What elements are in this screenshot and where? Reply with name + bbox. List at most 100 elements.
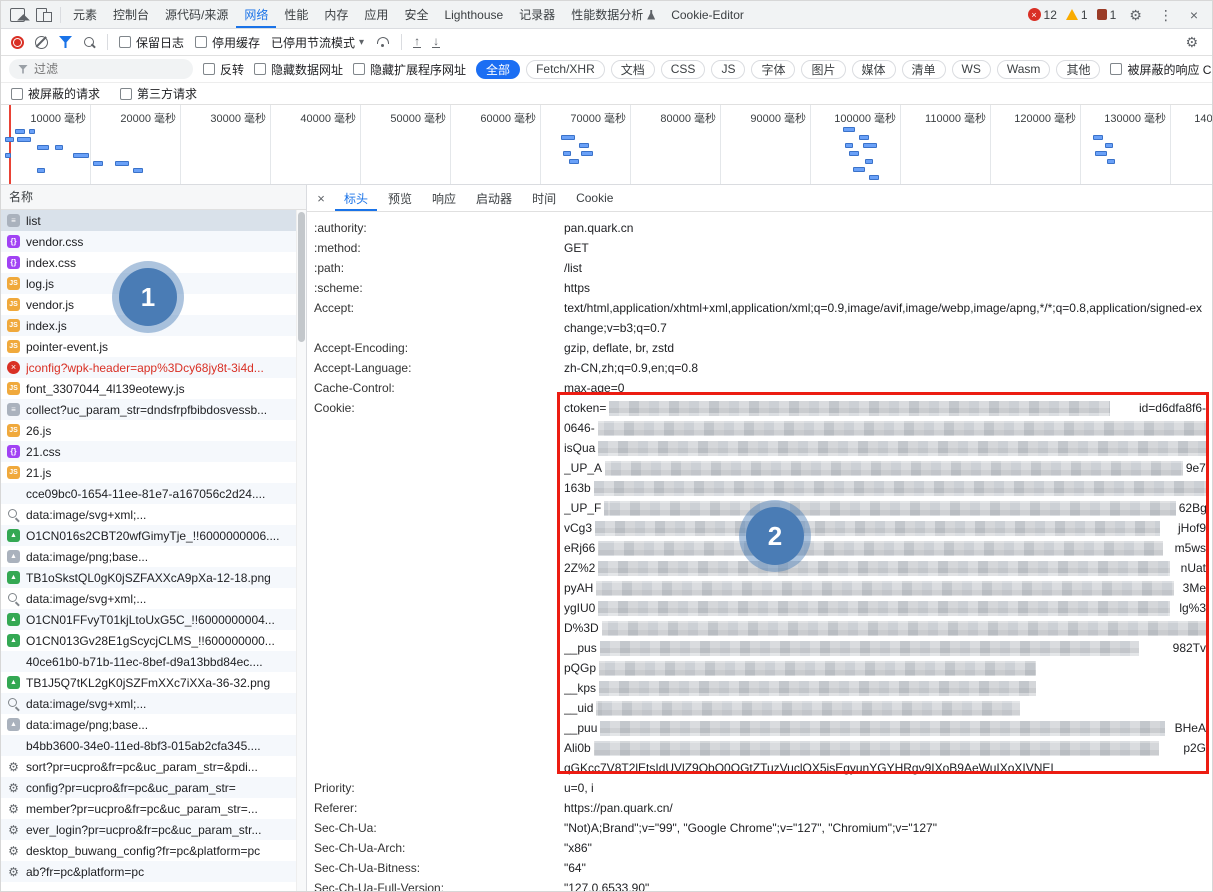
request-row[interactable]: ⚙ member?pr=ucpro&fr=pc&uc_param_str=... [1, 798, 306, 819]
details-tab-Cookie[interactable]: Cookie [567, 185, 622, 211]
filter-chip-Fetch/XHR[interactable]: Fetch/XHR [526, 59, 605, 79]
search-icon[interactable] [83, 36, 96, 49]
request-row[interactable]: data:image/svg+xml;... [1, 693, 306, 714]
request-row[interactable]: ⚙ config?pr=ucpro&fr=pc&uc_param_str= [1, 777, 306, 798]
filter-chip-Wasm[interactable]: Wasm [996, 59, 1051, 79]
request-row[interactable]: {} index.css [1, 252, 306, 273]
tab-记录器[interactable]: 记录器 [511, 1, 563, 28]
record-network-log-icon[interactable] [11, 35, 24, 49]
request-row[interactable]: ⚙ desktop_buwang_config?fr=pc&platform=pc [1, 840, 306, 861]
export-har-icon[interactable]: ↓ [432, 35, 441, 48]
tab-性能数据分析[interactable]: 性能数据分析 [563, 1, 663, 28]
request-row[interactable]: ⚙ ab?fr=pc&platform=pc [1, 861, 306, 882]
request-row[interactable]: ≡ list [1, 210, 306, 231]
tab-Lighthouse[interactable]: Lighthouse [436, 1, 511, 28]
request-row[interactable]: {} 21.css [1, 441, 306, 462]
device-toolbar-icon[interactable] [36, 8, 52, 22]
tab-元素[interactable]: 元素 [65, 1, 105, 28]
timeline-tick-label: 110000 毫秒 [925, 113, 986, 125]
invert-checkbox[interactable]: 反转 [203, 61, 244, 78]
name-column-header[interactable]: 名称 [1, 185, 306, 210]
details-tab-启动器[interactable]: 启动器 [467, 185, 521, 211]
request-row[interactable]: JS font_3307044_4l139eotewy.js [1, 378, 306, 399]
header-name: Sec-Ch-Ua-Full-Version: [314, 881, 445, 892]
tab-Cookie-Editor[interactable]: Cookie-Editor [663, 1, 752, 28]
request-row[interactable]: JS 21.js [1, 462, 306, 483]
import-har-icon[interactable]: ↑ [413, 35, 422, 48]
throttling-select[interactable]: 已停用节流模式 ▾ [271, 34, 364, 51]
request-row[interactable]: data:image/svg+xml;... [1, 588, 306, 609]
tab-控制台[interactable]: 控制台 [105, 1, 157, 28]
console-warnings-badge[interactable]: 1 [1065, 8, 1088, 22]
request-row[interactable]: JS 26.js [1, 420, 306, 441]
request-row[interactable]: ⚙ sort?pr=ucpro&fr=pc&uc_param_str=&pdi..… [1, 756, 306, 777]
request-row[interactable]: JS vendor.js [1, 294, 306, 315]
request-row[interactable]: ▲ data:image/png;base... [1, 714, 306, 735]
disable-cache-checkbox[interactable]: 停用缓存 [195, 34, 260, 51]
filter-chip-JS[interactable]: JS [711, 59, 746, 79]
request-row[interactable]: ⚙ ever_login?pr=ucpro&fr=pc&uc_param_str.… [1, 819, 306, 840]
filter-chip-媒体[interactable]: 媒体 [851, 59, 896, 79]
details-tab-标头[interactable]: 标头 [335, 185, 377, 211]
details-tab-响应[interactable]: 响应 [423, 185, 465, 211]
timeline-tick: 40000 毫秒 [271, 105, 361, 184]
filter-chip-清单[interactable]: 清单 [901, 59, 946, 79]
request-list-scrollbar[interactable] [296, 210, 306, 891]
tab-内存[interactable]: 内存 [316, 1, 356, 28]
tab-源代码/来源[interactable]: 源代码/来源 [157, 1, 236, 28]
filter-chip-字体[interactable]: 字体 [751, 59, 796, 79]
hide-data-urls-checkbox[interactable]: 隐藏数据网址 [254, 61, 343, 78]
filter-chip-文档[interactable]: 文档 [610, 59, 655, 79]
inspect-element-icon[interactable] [10, 7, 25, 22]
settings-gear-icon[interactable]: ⚙ [1125, 8, 1146, 22]
request-row[interactable]: cce09bc0-1654-11ee-81e7-a167056c2d24.... [1, 483, 306, 504]
request-row[interactable]: ▲ TB1oSkstQL0gK0jSZFAXXcA9pXa-12-18.png [1, 567, 306, 588]
scrollbar-thumb[interactable] [298, 212, 305, 342]
blocked-response-cookies-checkbox[interactable]: 被屏蔽的响应 Cookie [1110, 61, 1212, 78]
close-details-icon[interactable]: × [309, 185, 333, 211]
details-tab-预览[interactable]: 预览 [379, 185, 421, 211]
request-row[interactable]: 40ce61b0-b71b-11ec-8bef-d9a13bbd84ec.... [1, 651, 306, 672]
request-row[interactable]: ▲ O1CN01FFvyT01kjLtoUxG5C_!!6000000004... [1, 609, 306, 630]
filter-icon[interactable] [59, 36, 72, 48]
issues-badge[interactable]: 1 [1096, 8, 1116, 22]
request-row[interactable]: JS pointer-event.js [1, 336, 306, 357]
clear-network-log-icon[interactable] [35, 35, 48, 49]
filter-chip-全部[interactable]: 全部 [476, 59, 521, 79]
request-row[interactable]: ▲ O1CN016s2CBT20wfGimyTje_!!6000000006...… [1, 525, 306, 546]
preserve-log-checkbox[interactable]: 保留日志 [119, 34, 184, 51]
tab-性能[interactable]: 性能 [276, 1, 316, 28]
blocked-requests-checkbox[interactable]: 被屏蔽的请求 [11, 85, 100, 102]
request-row[interactable]: ▲ TB1J5Q7tKL2gK0jSZFmXXc7iXXa-36-32.png [1, 672, 306, 693]
request-row[interactable]: data:image/svg+xml;... [1, 504, 306, 525]
tab-网络[interactable]: 网络 [236, 1, 276, 28]
details-tab-时间[interactable]: 时间 [523, 185, 565, 211]
filter-chip-图片[interactable]: 图片 [801, 59, 846, 79]
request-row[interactable]: × jconfig?wpk-header=app%3Dcy68jy8t-3i4d.… [1, 357, 306, 378]
request-row[interactable]: JS index.js [1, 315, 306, 336]
filter-input-box[interactable] [9, 59, 193, 79]
filter-chip-WS[interactable]: WS [951, 59, 991, 79]
tab-安全[interactable]: 安全 [396, 1, 436, 28]
console-errors-badge[interactable]: × 12 [1027, 8, 1057, 22]
close-devtools-icon[interactable]: × [1186, 8, 1202, 22]
filter-chip-其他[interactable]: 其他 [1056, 59, 1101, 79]
request-name: b4bb3600-34e0-11ed-8bf3-015ab2cfa345.... [26, 738, 261, 753]
header-value: "127.0.6533.90" [564, 881, 650, 892]
network-overview[interactable]: 10000 毫秒 20000 毫秒 30000 毫秒 40000 毫秒 50000 毫秒… [1, 105, 1212, 185]
request-row[interactable]: b4bb3600-34e0-11ed-8bf3-015ab2cfa345.... [1, 735, 306, 756]
request-row[interactable]: ▲ data:image/png;base... [1, 546, 306, 567]
request-row[interactable]: {} vendor.css [1, 231, 306, 252]
filter-input[interactable] [34, 62, 184, 76]
tab-label: 安全 [404, 8, 429, 22]
third-party-requests-checkbox[interactable]: 第三方请求 [120, 85, 197, 102]
request-row[interactable]: ▲ O1CN013Gv28E1gScycjCLMS_!!600000000... [1, 630, 306, 651]
hide-extension-urls-checkbox[interactable]: 隐藏扩展程序网址 [353, 61, 466, 78]
tab-应用[interactable]: 应用 [356, 1, 396, 28]
network-conditions-icon[interactable] [375, 36, 390, 48]
request-row[interactable]: ≡ collect?uc_param_str=dndsfrpfbibdosvess… [1, 399, 306, 420]
network-settings-gear-icon[interactable]: ⚙ [1181, 35, 1202, 49]
kebab-menu-icon[interactable]: ⋮ [1155, 8, 1177, 22]
request-row[interactable]: JS log.js [1, 273, 306, 294]
filter-chip-CSS[interactable]: CSS [660, 59, 706, 79]
